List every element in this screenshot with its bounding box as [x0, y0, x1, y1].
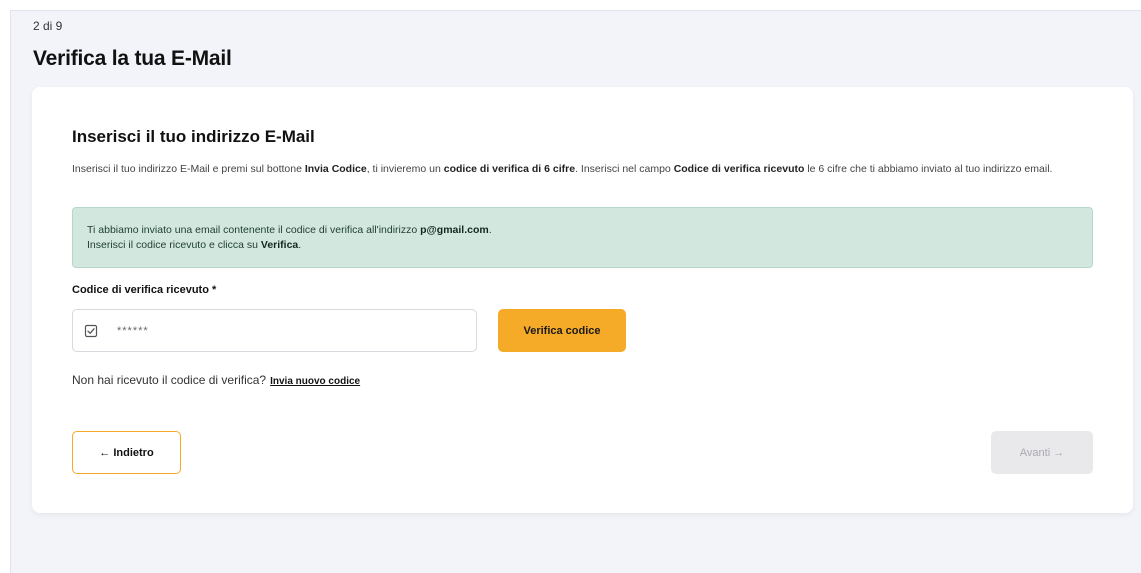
success-alert: Ti abbiamo inviato una email contenente …	[72, 207, 1093, 268]
step-indicator: 2 di 9	[33, 19, 63, 33]
description-bold-code-digits: codice di verifica di 6 cifre	[443, 163, 576, 175]
resend-text: Non hai ricevuto il codice di verifica?	[72, 373, 267, 387]
card-title: Inserisci il tuo indirizzo E-Mail	[72, 127, 315, 146]
description-text: . Inserisci nel campo	[575, 163, 674, 175]
code-input-wrapper[interactable]	[72, 309, 477, 352]
back-button[interactable]: ← Indietro	[72, 431, 181, 474]
card-description: Inserisci il tuo indirizzo E-Mail e prem…	[72, 162, 1092, 177]
alert-line-2: Inserisci il codice ricevuto e clicca su…	[87, 238, 1078, 253]
description-text: , ti invieremo un	[366, 163, 444, 175]
verify-code-button[interactable]: Verifica codice	[498, 309, 626, 352]
page-title: Verifica la tua E-Mail	[33, 47, 232, 70]
resend-code-link[interactable]: Invia nuovo codice	[270, 376, 360, 387]
alert-email: p@gmail.com	[420, 224, 489, 236]
next-button[interactable]: Avanti →	[991, 431, 1093, 474]
alert-text: Inserisci il codice ricevuto e clicca su	[87, 239, 261, 251]
resend-row: Non hai ricevuto il codice di verifica? I…	[72, 373, 360, 387]
alert-text: .	[298, 239, 302, 251]
email-verification-card: Inserisci il tuo indirizzo E-Mail Inseri…	[32, 87, 1133, 513]
alert-verify-word: Verifica	[260, 239, 299, 251]
verification-code-input[interactable]	[117, 310, 467, 351]
description-bold-field-name: Codice di verifica ricevuto	[673, 163, 805, 175]
code-field-label: Codice di verifica ricevuto *	[72, 284, 217, 296]
description-bold-send-code: Invia Codice	[304, 163, 367, 175]
alert-text: .	[488, 224, 492, 236]
description-text: le 6 cifre che ti abbiamo inviato al tuo…	[804, 163, 1053, 175]
checkbox-icon	[84, 324, 98, 338]
description-text: Inserisci il tuo indirizzo E-Mail e prem…	[72, 163, 305, 175]
alert-line-1: Ti abbiamo inviato una email contenente …	[87, 223, 1078, 238]
alert-text: Ti abbiamo inviato una email contenente …	[87, 224, 421, 236]
